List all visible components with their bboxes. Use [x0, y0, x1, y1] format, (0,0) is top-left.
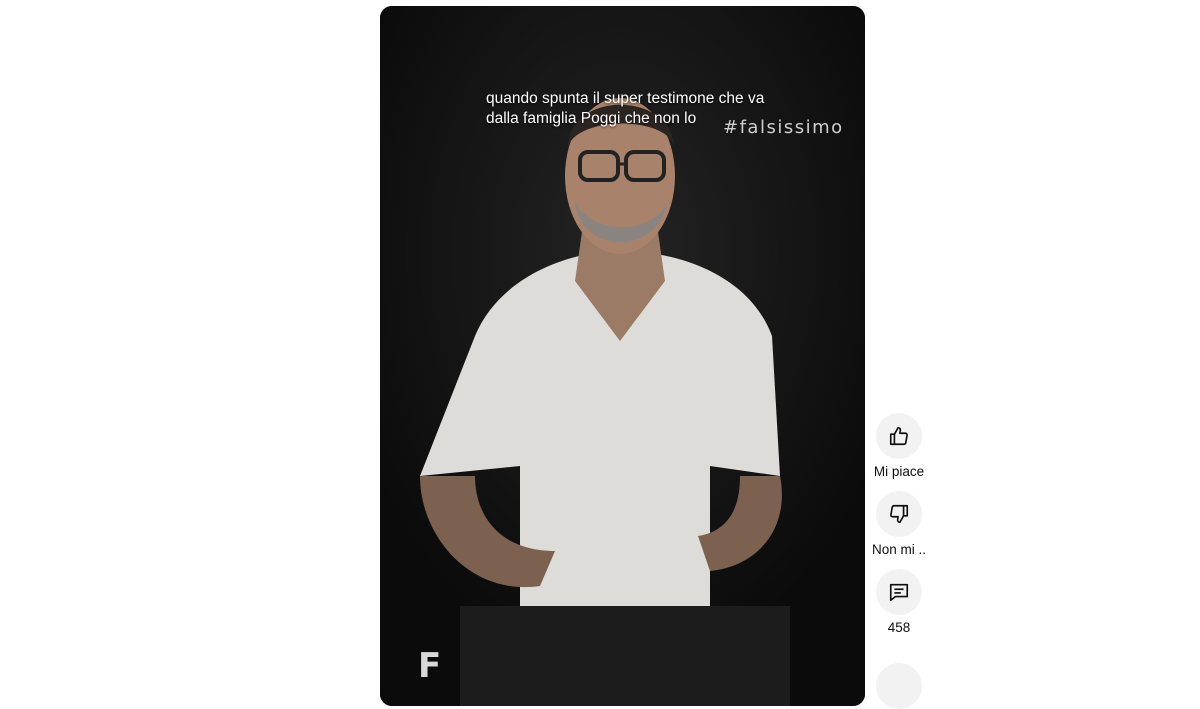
channel-watermark: F [418, 646, 442, 686]
hashtag-overlay: #falsissimo [723, 117, 844, 138]
like-label: Mi piace [873, 464, 925, 479]
comments-action: 458 [866, 569, 932, 635]
thumbs-up-icon [889, 426, 908, 446]
thumbs-down-icon [890, 504, 909, 524]
dislike-label: Non mi .. [871, 542, 926, 557]
comments-count: 458 [887, 620, 911, 635]
like-button[interactable] [876, 413, 922, 459]
shorts-action-bar: Mi piace Non mi .. 458 [866, 413, 932, 709]
caption-line-1: quando spunta il super testimone che va [486, 90, 765, 107]
like-action: Mi piace [866, 413, 932, 479]
dislike-button[interactable] [876, 491, 922, 537]
comment-icon [889, 583, 909, 602]
share-button[interactable] [876, 663, 922, 709]
dislike-action: Non mi .. [866, 491, 932, 557]
short-video-player[interactable]: quando spunta il super testimone che va … [380, 6, 865, 706]
comments-button[interactable] [876, 569, 922, 615]
